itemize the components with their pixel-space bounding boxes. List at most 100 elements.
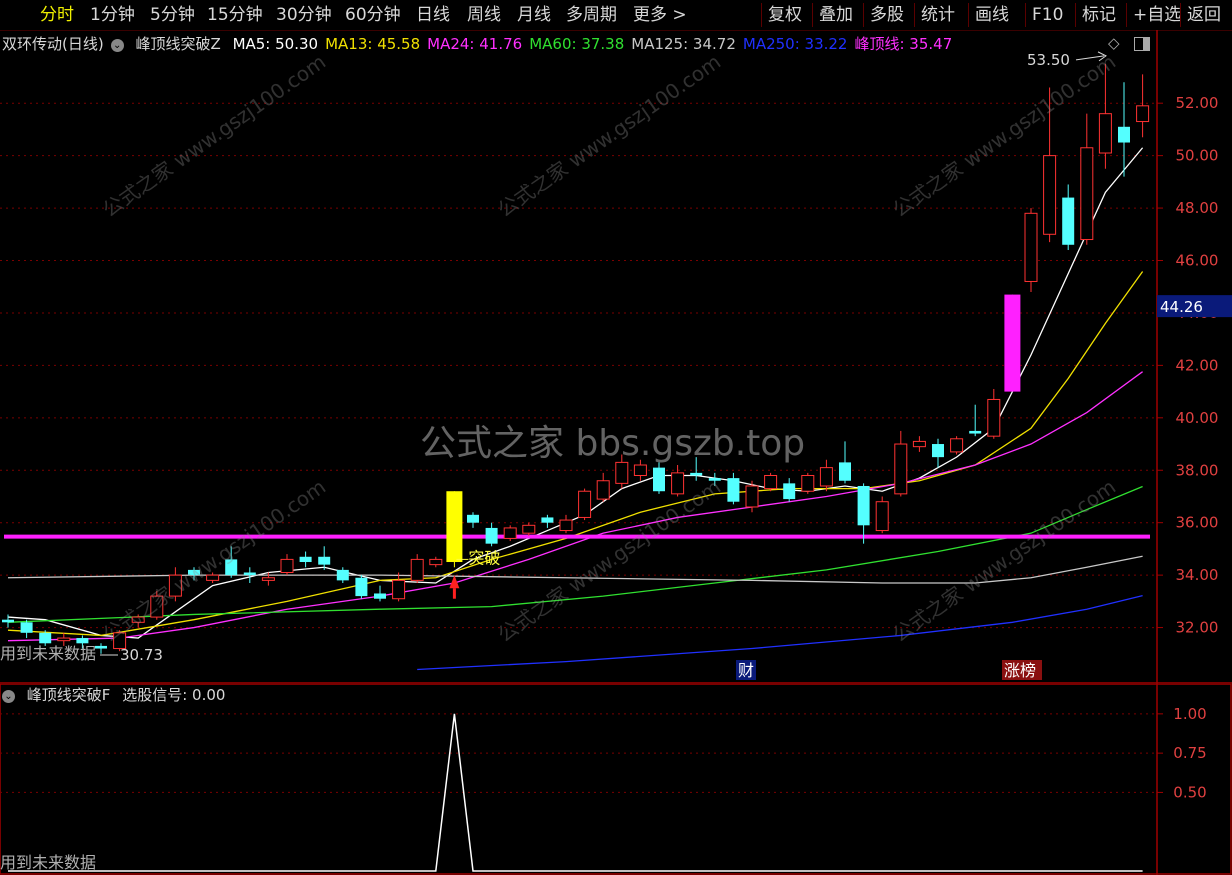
low-price-label: 30.73 — [120, 646, 163, 664]
candle[interactable] — [206, 572, 220, 583]
candle[interactable] — [596, 472, 610, 502]
candle-body — [392, 579, 406, 600]
high-price-arrow — [1075, 55, 1105, 61]
price-tick-label: 48.00 — [1176, 199, 1219, 217]
candle-body — [1080, 147, 1094, 241]
candle-body — [1043, 155, 1057, 235]
candle[interactable] — [522, 522, 536, 536]
candle[interactable] — [727, 472, 740, 505]
candle[interactable] — [168, 567, 182, 602]
candle-body — [596, 480, 610, 500]
candle-body — [559, 519, 573, 532]
sub-future-data-warning: 用到未来数据 — [0, 853, 96, 872]
candle-body — [912, 440, 926, 448]
candle[interactable] — [987, 388, 1001, 439]
candle[interactable] — [969, 404, 982, 437]
candle[interactable] — [1024, 208, 1038, 292]
candle[interactable] — [1043, 87, 1057, 243]
candle-body — [225, 559, 238, 576]
candle-body — [2, 619, 14, 623]
marker-rank[interactable]: 涨榜 — [1004, 661, 1036, 680]
ma-line-ma5 — [7, 147, 1144, 639]
candle-body — [1098, 113, 1112, 154]
candle[interactable] — [541, 514, 554, 528]
current-price-label: 44.26 — [1160, 298, 1203, 316]
candle[interactable] — [912, 436, 926, 452]
sub-chart[interactable]: 1.00 0.75 0.50 用到未来数据 — [0, 684, 1232, 875]
candle[interactable] — [615, 454, 629, 489]
candle[interactable] — [20, 619, 33, 639]
price-tick-label: 34.00 — [1176, 566, 1219, 584]
candle[interactable] — [503, 525, 517, 542]
candle[interactable] — [633, 459, 647, 481]
candle[interactable] — [932, 438, 944, 468]
candle-body — [318, 556, 331, 565]
candle[interactable] — [950, 436, 964, 455]
candle[interactable] — [875, 496, 889, 534]
candle-body — [1024, 212, 1038, 282]
candle[interactable] — [653, 462, 665, 494]
candle[interactable] — [559, 514, 573, 534]
candle[interactable] — [225, 546, 238, 578]
candle[interactable] — [374, 585, 386, 602]
candle[interactable] — [671, 465, 685, 497]
price-tick-label: 32.00 — [1176, 619, 1219, 637]
candle-body — [467, 514, 479, 523]
candle-body — [374, 593, 386, 599]
candle[interactable] — [95, 643, 107, 654]
candle[interactable] — [261, 572, 275, 586]
candle[interactable] — [280, 554, 294, 576]
candle[interactable] — [392, 572, 406, 602]
candle[interactable] — [336, 567, 349, 583]
candle-body — [894, 443, 908, 495]
candle[interactable] — [839, 441, 851, 484]
candle[interactable] — [2, 614, 14, 628]
candle[interactable] — [1136, 74, 1150, 138]
candle[interactable] — [708, 472, 721, 486]
candle[interactable] — [429, 556, 443, 568]
candle[interactable] — [1004, 294, 1021, 392]
candle-body — [429, 558, 443, 566]
candle[interactable] — [188, 567, 200, 581]
price-tick-label: 52.00 — [1176, 94, 1219, 112]
candle[interactable] — [446, 491, 463, 568]
candle[interactable] — [578, 488, 592, 521]
candle[interactable] — [355, 575, 368, 599]
candle[interactable] — [299, 551, 312, 568]
candle[interactable] — [764, 472, 778, 492]
sub-tick-label: 1.00 — [1173, 705, 1206, 723]
candle[interactable] — [690, 457, 703, 481]
ma-line-ma24 — [7, 371, 1143, 642]
candle[interactable] — [1080, 113, 1094, 245]
candle-body — [1062, 197, 1075, 245]
candle[interactable] — [783, 478, 796, 502]
candle[interactable] — [410, 554, 424, 583]
price-tick-label: 36.00 — [1176, 514, 1219, 532]
sub-frame — [0, 684, 1232, 875]
candle[interactable] — [1098, 63, 1112, 169]
candle[interactable] — [150, 590, 164, 620]
price-tick-label: 42.00 — [1176, 356, 1219, 374]
candle[interactable] — [801, 472, 815, 494]
candle[interactable] — [1118, 82, 1130, 177]
candle-body — [671, 472, 685, 495]
candle[interactable] — [819, 459, 833, 492]
marker-finance[interactable]: 财 — [738, 661, 754, 680]
main-chart[interactable]: 52.0050.0048.0046.0044.0042.0040.0038.00… — [0, 0, 1232, 684]
candle-body — [615, 461, 629, 484]
candle-body — [206, 574, 220, 581]
candle[interactable] — [894, 430, 908, 497]
candle-body — [503, 527, 517, 539]
candle[interactable] — [243, 567, 256, 583]
candle-body — [708, 478, 721, 481]
candle-body — [76, 638, 89, 644]
candle[interactable] — [467, 512, 479, 528]
candle-body — [819, 467, 833, 487]
candle[interactable] — [485, 522, 498, 547]
candle-body — [839, 462, 851, 481]
candle[interactable] — [318, 546, 331, 570]
candle[interactable] — [1062, 184, 1075, 251]
candle-body — [20, 622, 33, 633]
candle-body — [95, 645, 107, 649]
future-data-warning: 用到未来数据 — [0, 644, 96, 663]
